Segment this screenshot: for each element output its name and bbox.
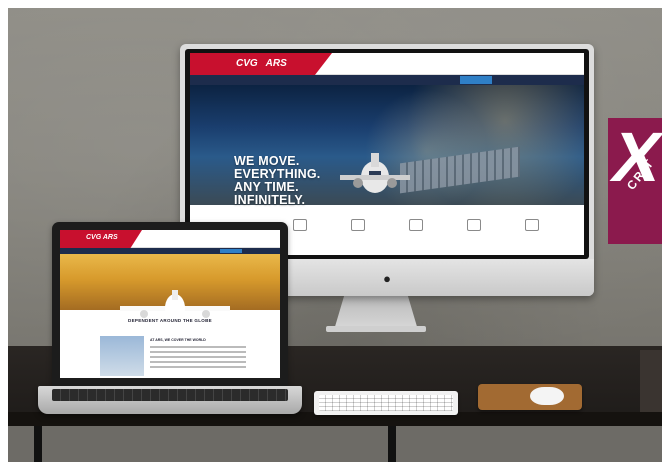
cargo-icon bbox=[351, 219, 365, 231]
tagline-line: INFINITELY. bbox=[234, 193, 306, 207]
imac-stand-base bbox=[326, 326, 426, 332]
site-logo-block: CVG ARS bbox=[190, 53, 332, 75]
brand-name: CVG bbox=[236, 58, 258, 69]
macbook-base bbox=[38, 386, 302, 414]
search-icon bbox=[467, 219, 481, 231]
service-item[interactable] bbox=[454, 219, 494, 236]
site-nav bbox=[190, 75, 584, 85]
hero-tagline: WE MOVE. EVERYTHING. ANY TIME. INFINITEL… bbox=[234, 155, 320, 207]
mb-subheading: AT ARS, WE COVER THE WORLD bbox=[150, 338, 206, 342]
hero-banner: WE MOVE. EVERYTHING. ANY TIME. INFINITEL… bbox=[190, 85, 584, 207]
photo-frame: X CRIT CVG ARS WE MOVE. EVERYTHING. ANY … bbox=[8, 8, 662, 462]
apple-keyboard bbox=[314, 391, 458, 415]
plane-icon bbox=[293, 219, 307, 231]
mb-site-header: CVG ARS bbox=[60, 230, 280, 248]
nav-cta-button[interactable] bbox=[460, 76, 492, 84]
building-icon bbox=[409, 219, 423, 231]
mb-hero-banner bbox=[60, 254, 280, 322]
site-header: CVG ARS bbox=[190, 53, 584, 75]
site-logo: CVG ARS bbox=[236, 58, 287, 69]
imac-stand bbox=[334, 296, 418, 330]
apple-logo-icon: ● bbox=[383, 271, 391, 286]
service-item[interactable] bbox=[396, 219, 436, 236]
airplane-icon bbox=[340, 153, 410, 193]
document-icon bbox=[525, 219, 539, 231]
mb-section-heading: DEPENDENT AROUND THE GLOBE bbox=[128, 318, 212, 323]
mb-site-logo: CVG ARS bbox=[86, 234, 118, 241]
macbook-keyboard bbox=[52, 389, 288, 401]
desk-leg bbox=[388, 426, 396, 462]
macbook-screen: CVG ARS DEPENDENT AROUND THE GLOBE AT AR… bbox=[60, 230, 280, 378]
service-item[interactable] bbox=[512, 219, 552, 236]
magic-mouse bbox=[530, 387, 564, 405]
service-item[interactable] bbox=[338, 219, 378, 236]
desk-leg bbox=[34, 426, 42, 462]
brand-sub: ARS bbox=[265, 58, 287, 69]
partial-logo-badge: X CRIT bbox=[608, 118, 662, 244]
mb-building-image bbox=[100, 336, 144, 376]
mb-body-text bbox=[150, 346, 246, 371]
floor bbox=[8, 426, 662, 462]
mb-site-logo-block: CVG ARS bbox=[60, 230, 142, 248]
macbook-lid: CVG ARS DEPENDENT AROUND THE GLOBE AT AR… bbox=[52, 222, 288, 386]
desk-object bbox=[640, 350, 662, 412]
keyboard-keys bbox=[319, 395, 453, 411]
mb-nav-cta-button[interactable] bbox=[220, 249, 242, 253]
